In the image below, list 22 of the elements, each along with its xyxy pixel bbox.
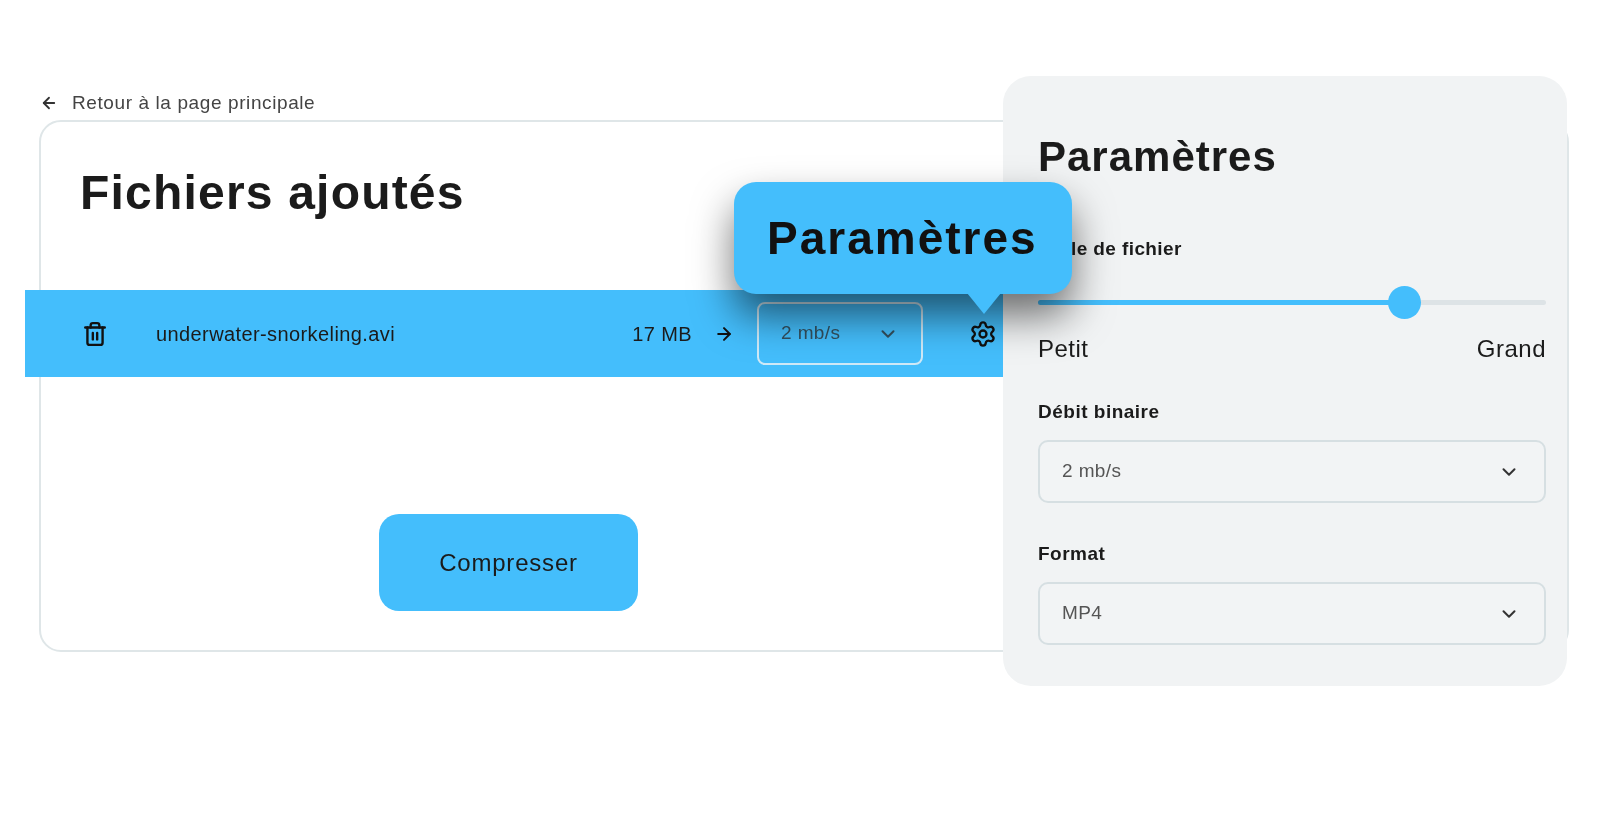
panel-title: Paramètres xyxy=(1038,136,1277,178)
slider-max-label: Grand xyxy=(1476,337,1546,361)
tooltip-text: Paramètres xyxy=(767,215,1038,261)
trash-icon xyxy=(82,320,108,347)
field-label: le de fichier xyxy=(1071,239,1182,258)
back-link[interactable]: Retour à la page principale xyxy=(40,92,316,114)
bitrate-select[interactable]: 2 mb/s xyxy=(757,302,923,365)
settings-icon xyxy=(969,319,997,348)
file-row[interactable]: underwater-snorkeling.avi 17 MB 2 mb/s xyxy=(25,290,1004,377)
field-label: Format xyxy=(1038,544,1106,563)
field-label: Débit binaire xyxy=(1038,402,1160,421)
delete-button[interactable] xyxy=(82,319,108,348)
card-title: Fichiers ajoutés xyxy=(80,169,465,217)
slider-thumb[interactable] xyxy=(1387,286,1421,319)
settings-button[interactable] xyxy=(969,319,997,348)
file-name: underwater-snorkeling.avi xyxy=(156,321,395,347)
select-field[interactable]: 2 mb/s xyxy=(1038,440,1546,503)
file-size: 17 MB xyxy=(632,321,692,347)
slider-min-label: Petit xyxy=(1038,337,1089,361)
size-slider[interactable] xyxy=(1038,286,1546,319)
select-field[interactable]: MP4 xyxy=(1038,582,1546,645)
compress-button[interactable]: Compresser xyxy=(379,514,638,611)
